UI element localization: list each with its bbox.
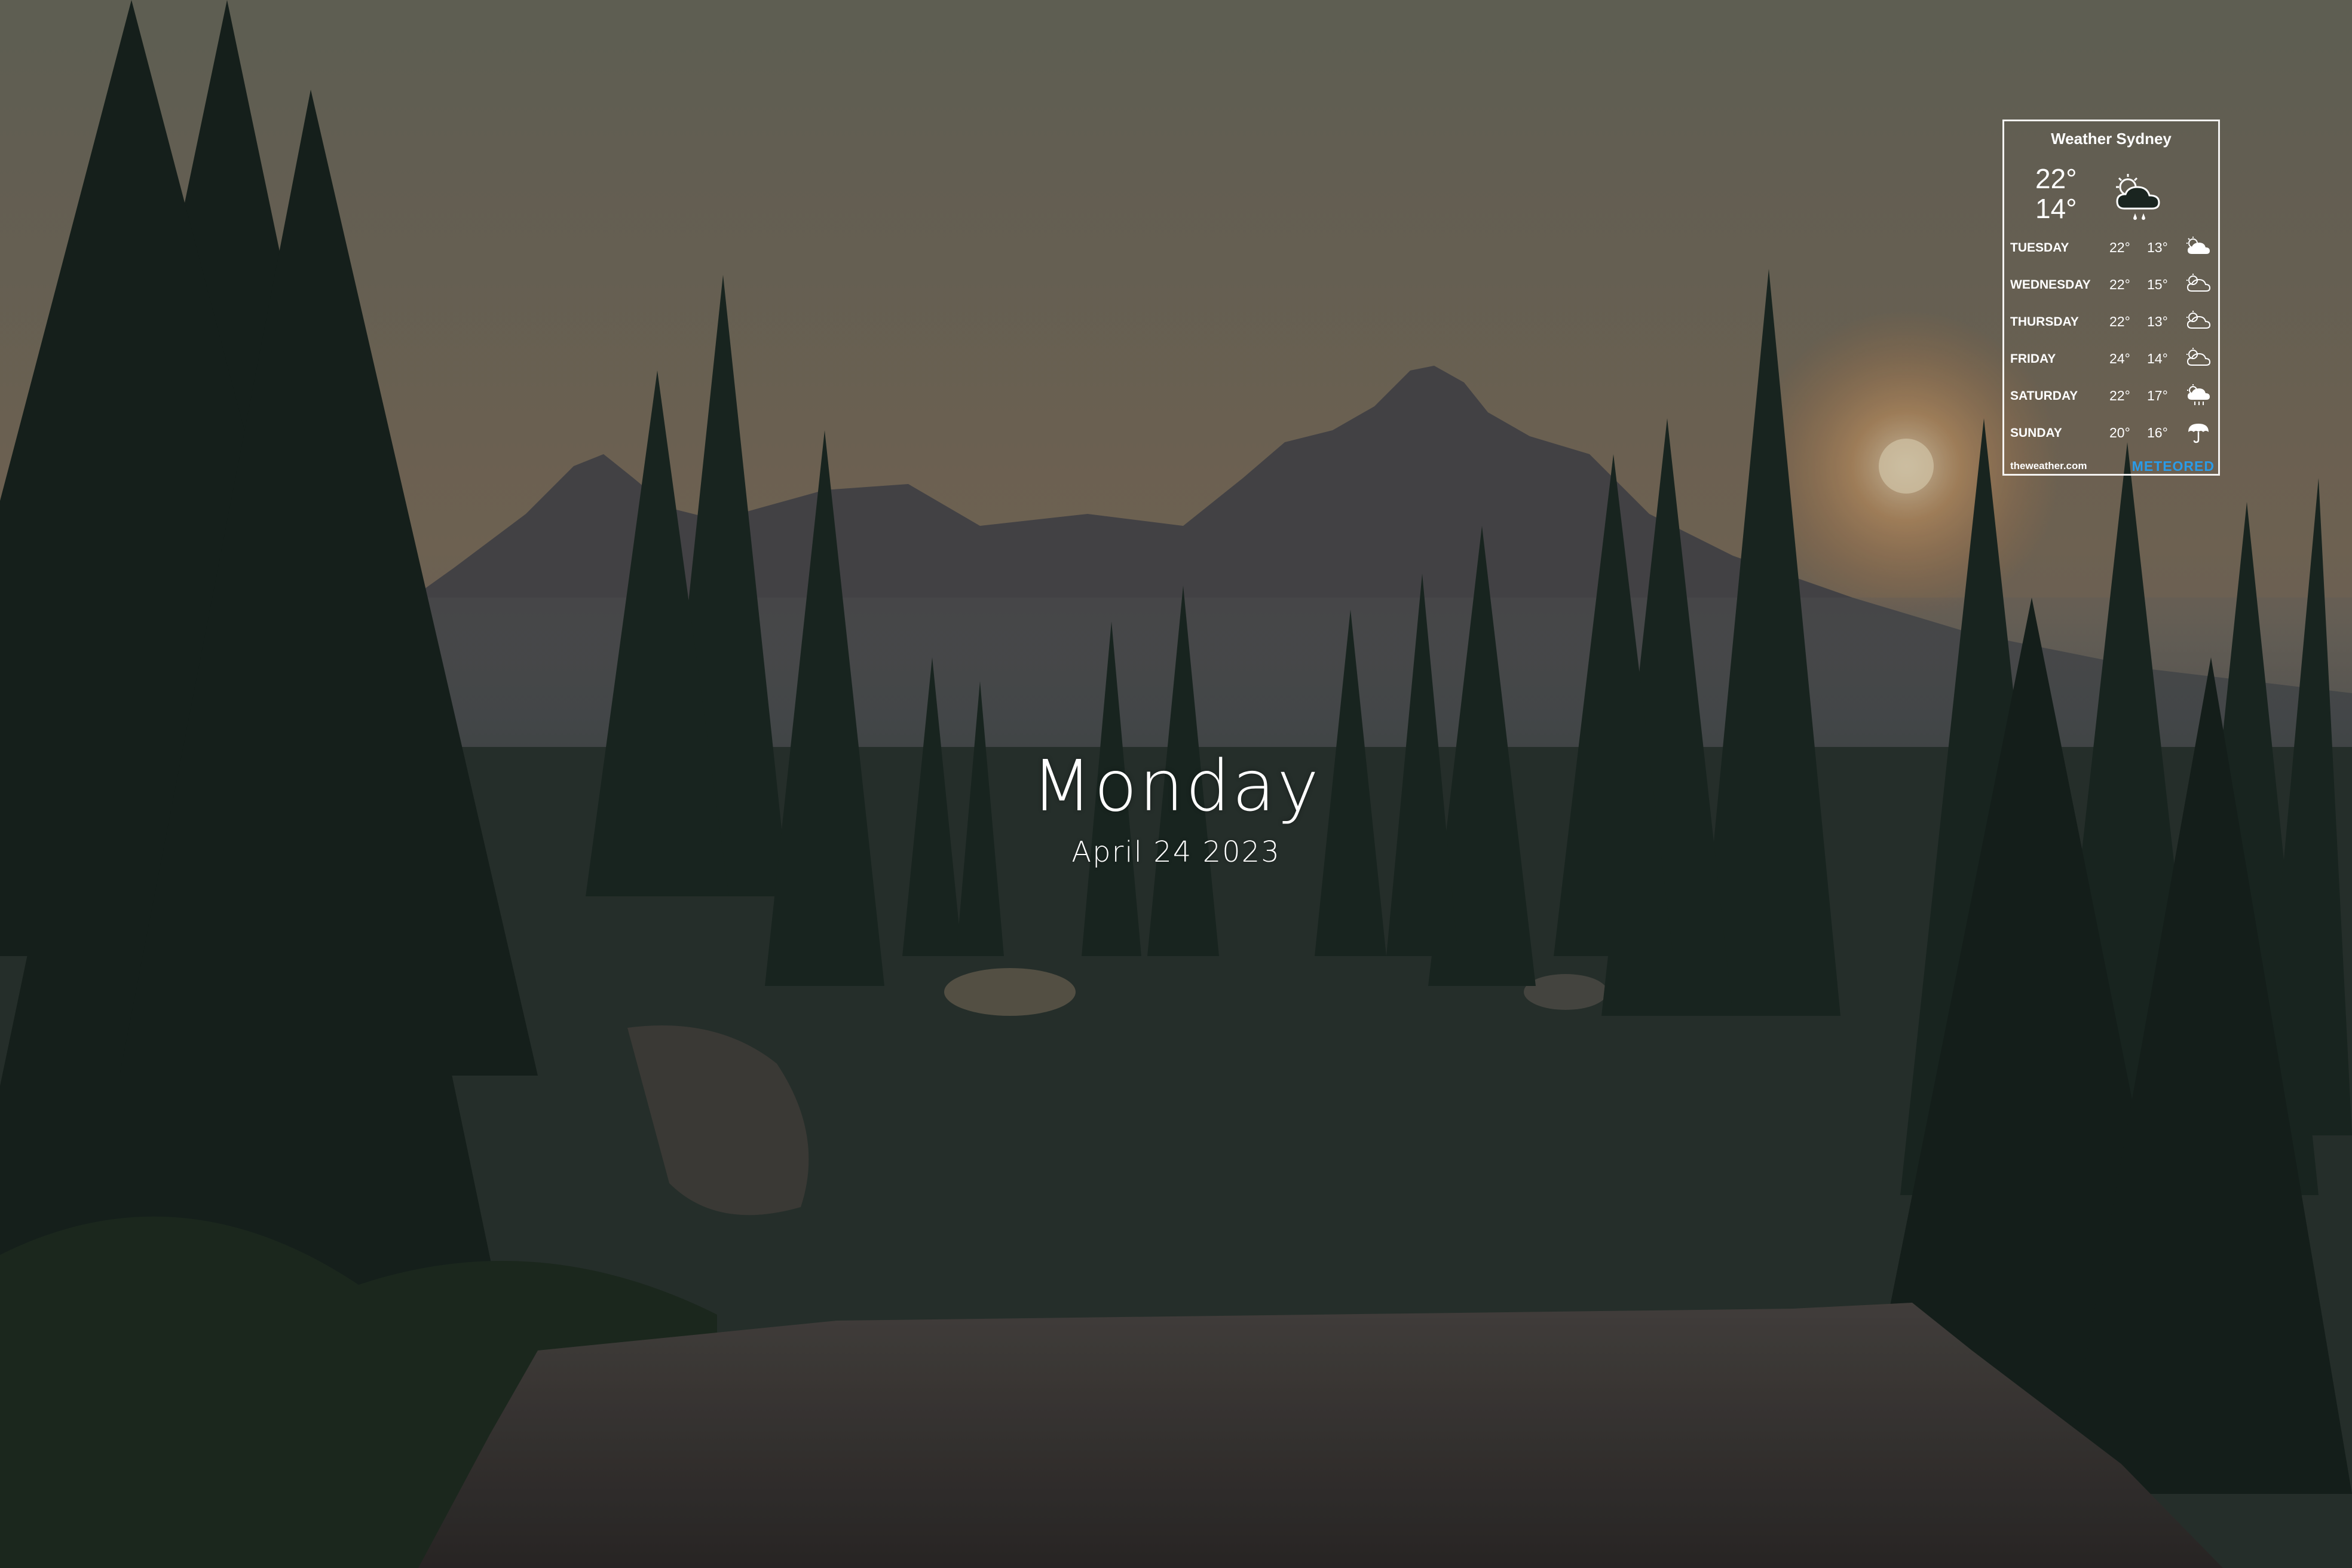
cloud-rain-icon	[2187, 384, 2210, 405]
forecast-day: FRIDAY	[2010, 352, 2056, 366]
cloud-sun-rain-icon	[2116, 174, 2160, 220]
forecast-high: 22°	[2109, 314, 2130, 329]
cloud-sun-icon	[2186, 237, 2210, 254]
forecast-row: SUNDAY 20° 16°	[2010, 420, 2215, 446]
forecast-row: TUESDAY 22° 13°	[2010, 235, 2215, 261]
source-link[interactable]: theweather.com	[2010, 460, 2087, 472]
forecast-row: SATURDAY 22° 17°	[2010, 383, 2215, 409]
desktop: Monday April 24 2023 Weather Sydney 22° …	[0, 0, 2352, 1568]
forecast-low: 13°	[2147, 240, 2168, 255]
date-display: Monday April 24 2023	[0, 741, 2352, 870]
weather-title[interactable]: Weather Sydney	[2004, 130, 2218, 148]
day-name: Monday	[1031, 745, 1321, 827]
forecast-low: 17°	[2147, 388, 2168, 403]
forecast-high: 22°	[2109, 388, 2130, 403]
forecast-row: WEDNESDAY 22° 15°	[2010, 272, 2215, 298]
meteored-logo[interactable]: METEORED	[2132, 458, 2215, 474]
forecast-high: 22°	[2109, 240, 2130, 255]
weather-widget[interactable]: Weather Sydney 22° 14° TUESDAY 22° 13° W…	[2002, 120, 2220, 476]
forecast-low: 16°	[2147, 425, 2168, 440]
forecast-high: 22°	[2109, 277, 2130, 292]
forecast-low: 13°	[2147, 314, 2168, 329]
forecast-row: FRIDAY 24° 14°	[2010, 346, 2215, 372]
date-text: April 24 2023	[1071, 835, 1281, 869]
forecast-row: THURSDAY 22° 13°	[2010, 309, 2215, 335]
forecast-high: 24°	[2109, 351, 2130, 366]
widget-footer: theweather.com METEORED	[2010, 458, 2216, 475]
today-high-temp: 22°	[2035, 163, 2077, 194]
forecast-day: SUNDAY	[2010, 426, 2062, 440]
forecast-day: THURSDAY	[2010, 315, 2079, 329]
forecast-low: 14°	[2147, 351, 2168, 366]
forecast-high: 20°	[2109, 425, 2130, 440]
umbrella-icon	[2188, 424, 2209, 443]
partly-cloudy-icon	[2186, 274, 2211, 292]
partly-cloudy-icon	[2186, 311, 2211, 329]
forecast-day: SATURDAY	[2010, 389, 2078, 403]
forecast-day: WEDNESDAY	[2010, 278, 2091, 292]
today-low-temp: 14°	[2035, 193, 2077, 224]
forecast-low: 15°	[2147, 277, 2168, 292]
forecast-day: TUESDAY	[2010, 241, 2069, 255]
partly-cloudy-icon	[2186, 348, 2211, 366]
